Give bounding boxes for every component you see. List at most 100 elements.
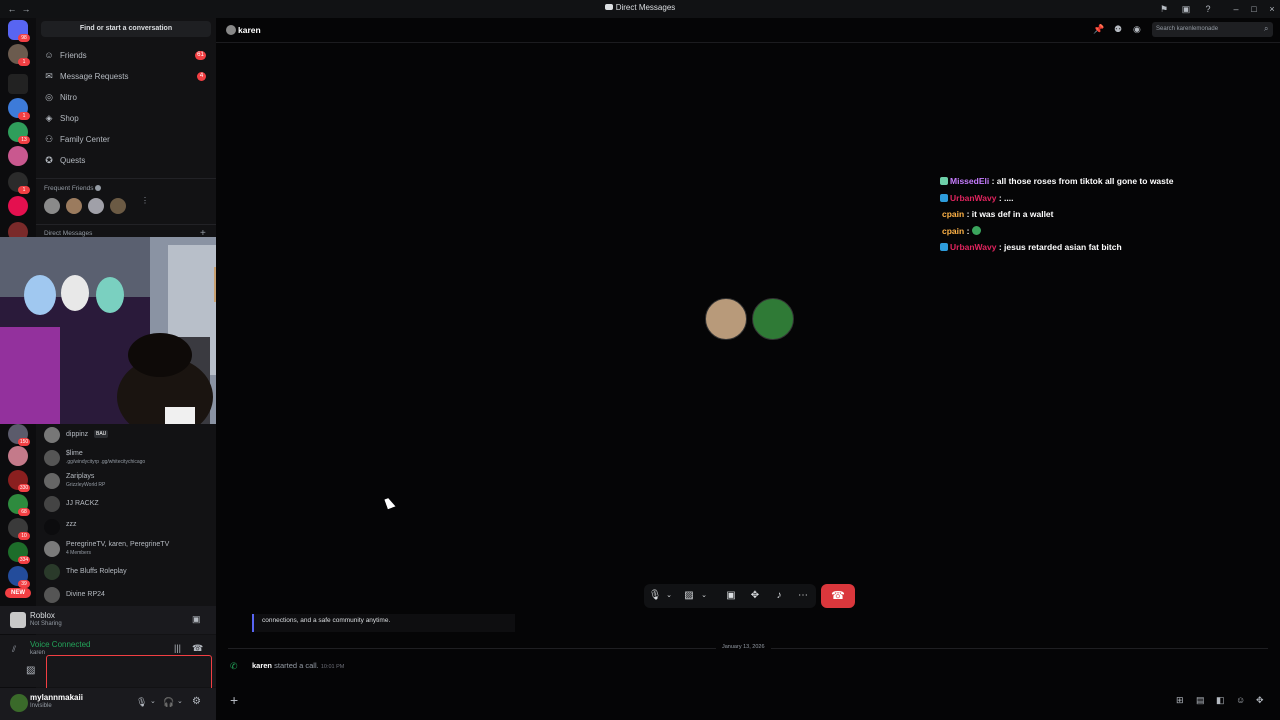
- dm-item[interactable]: Divine RP24: [44, 585, 212, 607]
- dm-item[interactable]: Zariplays GrizzleyWorld RP: [44, 471, 212, 493]
- avatar: [44, 427, 60, 443]
- home-button[interactable]: 98: [8, 20, 30, 42]
- frequent-friend-avatar[interactable]: [66, 198, 82, 214]
- overlay-chat-line: UrbanWavy : jesus retarded asian fat bit…: [940, 242, 1122, 252]
- direct-messages-heading: Direct Messages: [44, 230, 93, 237]
- more-options-icon[interactable]: ⋯: [796, 589, 810, 603]
- username[interactable]: mylannmakaii: [30, 693, 83, 702]
- call-participant-avatar[interactable]: [705, 298, 747, 340]
- nav-message-requests[interactable]: ✉ Message Requests 4: [44, 68, 212, 86]
- nav-nitro[interactable]: ◎ Nitro: [44, 89, 212, 107]
- screenshare-icon[interactable]: ▣: [724, 589, 738, 603]
- call-user[interactable]: karen: [252, 661, 272, 670]
- call-participant-avatar[interactable]: [752, 298, 794, 340]
- camera-off-icon[interactable]: ▨: [26, 665, 35, 676]
- nav-family-center[interactable]: ⚇ Family Center: [44, 131, 212, 149]
- more-friends-icon[interactable]: ⋮: [138, 196, 152, 216]
- add-attachment-icon[interactable]: +: [230, 692, 238, 708]
- avatar: [44, 541, 60, 557]
- server-icon[interactable]: 1: [8, 98, 30, 120]
- discord-logo-icon: [604, 4, 613, 10]
- gif-icon[interactable]: ▤: [1196, 695, 1205, 706]
- user-status: Invisible: [30, 703, 52, 709]
- pin-icon[interactable]: 📌: [1093, 24, 1104, 35]
- window-title: Direct Messages: [0, 3, 1280, 12]
- server-icon[interactable]: [8, 74, 28, 94]
- family-icon: ⚇: [44, 134, 54, 144]
- server-icon[interactable]: 334: [8, 542, 30, 564]
- microphone-icon[interactable]: 🎙: [136, 697, 147, 708]
- headphones-icon[interactable]: 🎧: [163, 697, 174, 708]
- call-system-message: karen started a call. 10:01 PM: [252, 661, 345, 670]
- server-icon[interactable]: [8, 446, 28, 466]
- avatar: [44, 450, 60, 466]
- phone-hangup-icon: ☎: [831, 590, 845, 602]
- camera-off-icon[interactable]: ▨: [682, 589, 696, 603]
- dm-item[interactable]: zzz: [44, 517, 212, 539]
- dm-item[interactable]: PeregrineTV, karen, PeregrineTV 4 Member…: [44, 539, 212, 561]
- disconnect-icon[interactable]: ☎: [192, 643, 203, 654]
- frequent-friend-avatar[interactable]: [110, 198, 126, 214]
- apps-icon[interactable]: ✥: [1256, 695, 1264, 706]
- maximize-icon[interactable]: □: [1248, 3, 1260, 15]
- find-conversation-button[interactable]: Find or start a conversation: [41, 21, 211, 37]
- share-screen-icon[interactable]: ▣: [192, 614, 204, 624]
- overlay-chat-line: UrbanWavy : ....: [940, 193, 1013, 203]
- minimize-icon[interactable]: –: [1230, 3, 1242, 15]
- avatar[interactable]: [10, 694, 28, 712]
- voice-connected-label: Voice Connected: [30, 640, 91, 649]
- gift-icon[interactable]: ⊞: [1176, 695, 1184, 706]
- dm-item[interactable]: $lime .gg/windycityrp .gg/whitecitychica…: [44, 448, 212, 470]
- date-divider-label: January 13, 2026: [716, 644, 771, 650]
- nav-friends[interactable]: ☺ Friends 61: [44, 47, 212, 65]
- microphone-icon[interactable]: 🎙: [648, 589, 662, 603]
- overlay-chat-line: cpain : it was def in a wallet: [942, 209, 1054, 219]
- channel-name[interactable]: karen: [238, 25, 261, 35]
- screenshare-icon[interactable]: ▣: [1180, 3, 1192, 15]
- dm-item[interactable]: The Bluffs Roleplay: [44, 562, 212, 584]
- nav-quests[interactable]: ✪ Quests: [44, 152, 212, 170]
- chevron-down-icon[interactable]: ⌄: [662, 589, 676, 603]
- server-icon[interactable]: 330: [8, 470, 30, 492]
- message-composer[interactable]: + ⊞ ▤ ◧ ☺ ✥: [222, 689, 1274, 713]
- server-icon[interactable]: 68: [8, 494, 30, 516]
- voice-channel: karen: [30, 650, 46, 656]
- chat-badge-icon: [940, 243, 948, 251]
- server-icon[interactable]: 1: [8, 172, 30, 194]
- server-icon[interactable]: 10: [8, 518, 30, 540]
- server-icon[interactable]: [8, 146, 28, 166]
- avatar: [226, 25, 236, 35]
- server-icon[interactable]: 13: [8, 122, 30, 144]
- close-icon[interactable]: ×: [1266, 3, 1278, 15]
- dm-item[interactable]: JJ RACKZ: [44, 494, 212, 516]
- stream-preview[interactable]: [46, 655, 212, 691]
- profile-icon[interactable]: ◉: [1133, 24, 1141, 35]
- new-badge[interactable]: NEW: [5, 588, 31, 598]
- sticker-icon[interactable]: ◧: [1216, 695, 1225, 706]
- soundboard-icon[interactable]: ♪: [772, 589, 786, 603]
- help-icon[interactable]: ?: [1202, 3, 1214, 15]
- quests-icon: ✪: [45, 155, 53, 165]
- server-icon[interactable]: 39: [8, 566, 30, 588]
- search-input[interactable]: Search karenlemonade: [1152, 22, 1273, 37]
- hang-up-button[interactable]: ☎: [821, 584, 855, 608]
- server-icon[interactable]: 1: [8, 44, 30, 66]
- add-friends-icon[interactable]: ⚉: [1114, 24, 1122, 35]
- chevron-down-icon[interactable]: ⌄: [177, 697, 183, 705]
- dm-item[interactable]: dippinz BAU: [44, 425, 212, 447]
- chevron-down-icon[interactable]: ⌄: [150, 697, 156, 705]
- server-icon[interactable]: [8, 196, 28, 216]
- chevron-down-icon[interactable]: ⌄: [697, 589, 711, 603]
- nav-shop[interactable]: ◈ Shop: [44, 110, 212, 128]
- search-icon: ⌕: [1264, 24, 1269, 33]
- noise-suppression-icon[interactable]: |||: [174, 643, 181, 653]
- frequent-friends-heading: Frequent Friends: [44, 185, 102, 192]
- divider: [36, 224, 216, 225]
- emoji-icon[interactable]: ☺: [1236, 695, 1245, 705]
- frequent-friend-avatar[interactable]: [44, 198, 60, 214]
- frequent-friend-avatar[interactable]: [88, 198, 104, 214]
- server-icon[interactable]: 150: [8, 424, 30, 446]
- settings-gear-icon[interactable]: ⚙: [192, 696, 201, 707]
- inbox-icon[interactable]: ⚑: [1158, 3, 1170, 15]
- activities-icon[interactable]: ✥: [748, 589, 762, 603]
